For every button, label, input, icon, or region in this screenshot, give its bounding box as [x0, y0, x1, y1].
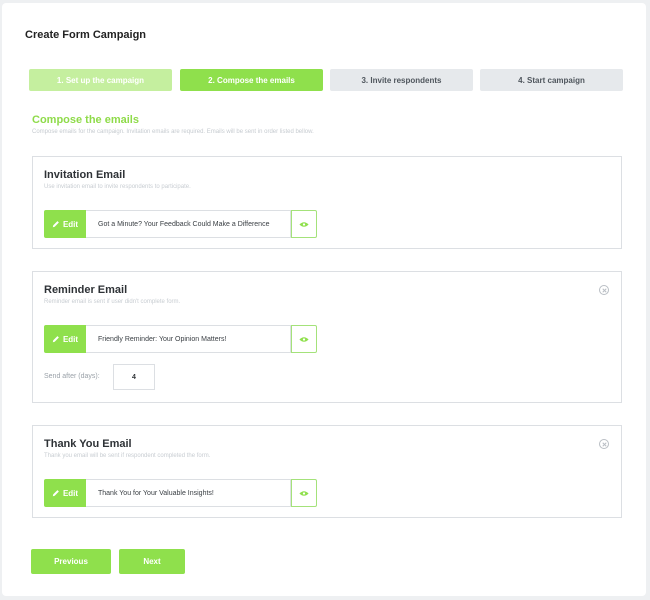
card-title: Thank You Email — [44, 438, 132, 450]
pencil-icon — [52, 221, 59, 228]
edit-label: Edit — [62, 334, 79, 344]
eye-icon — [299, 221, 309, 227]
subject-field[interactable]: Thank You for Your Valuable Insights! — [86, 479, 291, 507]
section-title: Compose the emails — [32, 114, 139, 126]
step-compose-emails[interactable]: 2. Compose the emails — [180, 69, 323, 91]
main-panel: Create Form Campaign 1. Set up the campa… — [2, 3, 646, 596]
card-description: Reminder email is sent if user didn't co… — [44, 299, 181, 305]
reminder-email-card: Reminder Email Reminder email is sent if… — [32, 271, 622, 403]
email-editor-row: Edit Friendly Reminder: Your Opinion Mat… — [44, 325, 317, 353]
page-title: Create Form Campaign — [25, 29, 147, 41]
subject-field[interactable]: Got a Minute? Your Feedback Could Make a… — [86, 210, 291, 238]
thank-you-email-card: Thank You Email Thank you email will be … — [32, 425, 622, 518]
edit-button[interactable]: Edit — [44, 210, 86, 238]
edit-button[interactable]: Edit — [44, 325, 86, 353]
step-start-campaign[interactable]: 4. Start campaign — [480, 69, 623, 91]
subject-field[interactable]: Friendly Reminder: Your Opinion Matters! — [86, 325, 291, 353]
eye-icon — [299, 336, 309, 342]
pencil-icon — [52, 490, 59, 497]
card-description: Thank you email will be sent if responde… — [44, 453, 211, 459]
preview-button[interactable] — [291, 210, 317, 238]
step-setup-campaign[interactable]: 1. Set up the campaign — [29, 69, 172, 91]
preview-button[interactable] — [291, 479, 317, 507]
section-subtitle: Compose emails for the campaign. Invitat… — [32, 129, 314, 135]
edit-label: Edit — [62, 488, 79, 498]
send-after-label: Send after (days): — [44, 373, 100, 380]
eye-icon — [299, 490, 309, 496]
next-button[interactable]: Next — [119, 549, 185, 574]
edit-label: Edit — [62, 219, 79, 229]
close-icon[interactable] — [599, 285, 609, 295]
close-icon[interactable] — [599, 439, 609, 449]
invitation-email-card: Invitation Email Use invitation email to… — [32, 156, 622, 249]
card-description: Use invitation email to invite responden… — [44, 184, 191, 190]
edit-button[interactable]: Edit — [44, 479, 86, 507]
send-after-days-input[interactable]: 4 — [113, 364, 155, 390]
pencil-icon — [52, 336, 59, 343]
card-title: Invitation Email — [44, 169, 126, 181]
email-editor-row: Edit Thank You for Your Valuable Insight… — [44, 479, 317, 507]
card-title: Reminder Email — [44, 284, 128, 296]
preview-button[interactable] — [291, 325, 317, 353]
email-editor-row: Edit Got a Minute? Your Feedback Could M… — [44, 210, 317, 238]
previous-button[interactable]: Previous — [31, 549, 111, 574]
step-invite-respondents[interactable]: 3. Invite respondents — [330, 69, 473, 91]
